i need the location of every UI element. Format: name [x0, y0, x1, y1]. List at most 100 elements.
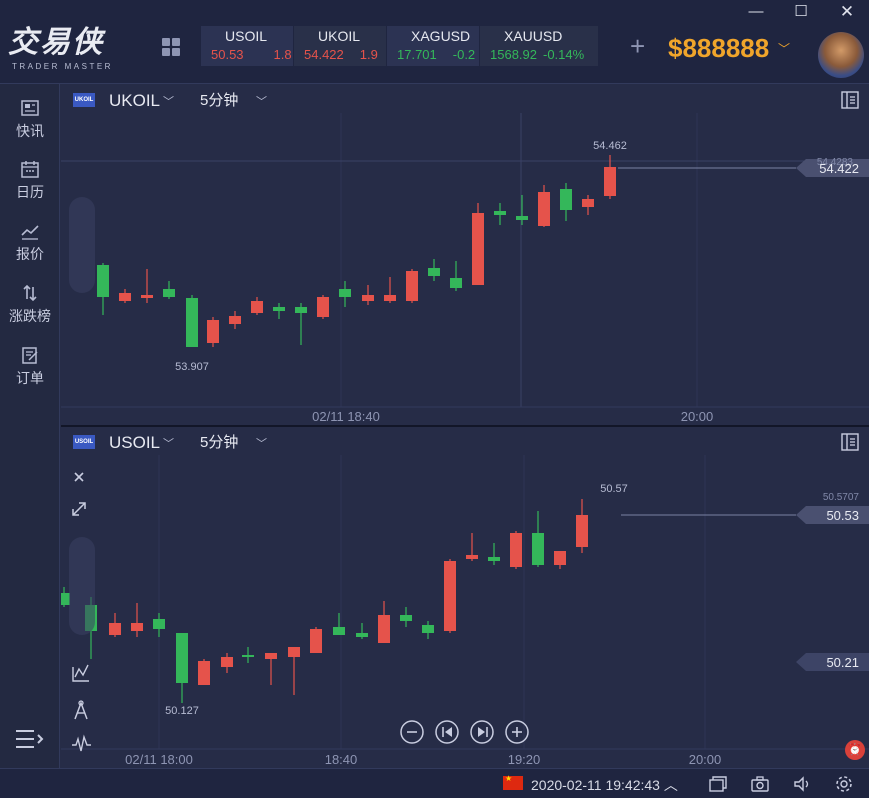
camera-icon[interactable]	[750, 774, 770, 794]
current-price-label: 54.422	[819, 161, 859, 176]
candle-body	[295, 307, 307, 313]
candle-body	[221, 657, 233, 667]
collapse-menu-icon[interactable]	[14, 728, 46, 750]
candle-body	[532, 533, 544, 565]
balance-chevron-down-icon[interactable]: ﹀	[778, 40, 790, 57]
quote-change: 1.8	[273, 47, 292, 62]
sidebar-item-label: 订单	[16, 370, 44, 386]
settings-gear-icon[interactable]	[834, 774, 854, 794]
sidebar-item-rankings[interactable]: 涨跌榜	[0, 283, 60, 326]
close-tools-icon[interactable]	[74, 472, 84, 482]
price-marker: 50.5707 50.53	[621, 492, 869, 524]
candle-body	[444, 561, 456, 631]
x-tick-label: 02/11 18:00	[125, 752, 193, 767]
calendar-icon	[21, 161, 39, 178]
candle-body	[163, 289, 175, 297]
server-time[interactable]: 2020-02-11 19:42:43 ︿	[531, 775, 678, 795]
candle-body	[229, 316, 241, 324]
candle-body	[251, 301, 263, 313]
app-logo: 交易侠 TRADER MASTER	[8, 26, 128, 78]
candle-body	[472, 213, 484, 285]
candle-body	[265, 653, 277, 659]
zoom-out-button[interactable]	[400, 720, 424, 744]
close-icon[interactable]: ✕	[837, 3, 857, 20]
quote-tile-usoil[interactable]: USOIL 50.53 1.8	[201, 26, 293, 66]
candle-body	[428, 268, 440, 276]
chevron-up-icon[interactable]: ︿	[664, 777, 678, 793]
server-time-text: 2020-02-11 19:42:43	[531, 777, 660, 793]
sidebar-item-calendar[interactable]: 日历	[0, 159, 60, 202]
quote-tile-xauusd[interactable]: XAUUSD 1568.92 -0.14%	[480, 26, 598, 66]
account-balance[interactable]: $888888	[668, 32, 769, 64]
avatar[interactable]	[818, 32, 864, 78]
depth-indicator	[69, 537, 95, 635]
quote-symbol: XAUUSD	[504, 28, 563, 44]
logo-subtitle: TRADER MASTER	[12, 62, 113, 71]
grid-menu-icon[interactable]	[162, 38, 180, 56]
up-down-arrows-icon	[23, 284, 37, 302]
quote-price: 17.701	[397, 47, 437, 62]
sidebar-item-news[interactable]: 快讯	[0, 98, 60, 141]
quote-change: -0.2	[452, 47, 476, 62]
maximize-icon[interactable]: ☐	[791, 4, 811, 20]
candle-body	[604, 167, 616, 196]
china-flag-icon	[503, 774, 523, 790]
news-icon	[21, 100, 39, 116]
sidebar: 快讯 日历 报价 涨跌榜 订单	[0, 84, 60, 768]
candle-body	[362, 295, 374, 301]
candles	[61, 499, 588, 703]
candle-body	[582, 199, 594, 207]
x-tick-label: 18:40	[325, 752, 358, 767]
candle-body	[450, 278, 462, 288]
price-tag-shadow: 50.5707	[823, 492, 860, 503]
candle-body	[576, 515, 588, 547]
fullscreen-icon[interactable]	[72, 502, 86, 516]
add-quote-icon[interactable]: +	[630, 32, 645, 60]
candle-body	[422, 625, 434, 633]
candle-body	[554, 551, 566, 565]
zoom-in-button[interactable]	[505, 720, 529, 744]
quote-chart-icon	[21, 225, 39, 240]
quote-tile-xagusd[interactable]: XAGUSD 17.701 -0.2	[387, 26, 479, 66]
sidebar-item-label: 日历	[16, 184, 44, 200]
x-tick-label: 02/11 18:40	[312, 409, 380, 424]
quote-price: 54.422	[304, 47, 344, 62]
candle-body	[494, 211, 506, 215]
high-price-label: 50.57	[600, 483, 628, 495]
quote-symbol: XAGUSD	[411, 28, 471, 44]
quote-price: 1568.92	[490, 47, 537, 62]
x-tick-label: 20:00	[681, 409, 714, 424]
drawing-tool-icon[interactable]	[74, 700, 88, 720]
logo-text: 交易侠	[8, 25, 104, 60]
alarm-clock-icon[interactable]: ⏰	[845, 740, 865, 760]
scroll-end-button[interactable]	[470, 720, 494, 744]
top-bar: 交易侠 TRADER MASTER USOIL 50.53 1.8 UKOIL 5…	[0, 0, 869, 84]
quote-change: 1.9	[359, 47, 378, 62]
low-price-label: 50.127	[165, 705, 199, 717]
price-marker: 54.4283 54.422	[618, 157, 869, 177]
candle-body	[466, 555, 478, 559]
volume-icon[interactable]	[792, 774, 812, 794]
candle-body	[400, 615, 412, 621]
candle-body	[356, 633, 368, 637]
scroll-start-button[interactable]	[435, 720, 459, 744]
minimize-icon[interactable]: —	[746, 4, 766, 20]
indicators-icon[interactable]	[72, 664, 89, 682]
current-price-label: 50.53	[826, 508, 859, 523]
candle-body	[141, 295, 153, 298]
candlestick-chart-usoil[interactable]: 50.5707 50.53 50.21 50.57 50.127 02/11 1…	[61, 427, 869, 768]
candle-body	[384, 295, 396, 301]
quote-tile-ukoil[interactable]: UKOIL 54.422 1.9	[294, 26, 386, 66]
candle-body	[97, 265, 109, 297]
candle-body	[406, 271, 418, 301]
high-price-label: 54.462	[593, 140, 627, 152]
chart-panel-ukoil: UKOIL UKOIL ﹀ 5分钟 ﹀ 54.4283 54.422 54.46…	[61, 85, 869, 425]
sidebar-item-label: 快讯	[16, 123, 44, 139]
candle-body	[153, 619, 165, 629]
sidebar-item-quotes[interactable]: 报价	[0, 221, 60, 264]
candlestick-chart-ukoil[interactable]: 54.4283 54.422 54.462 53.907 02/11 18:40…	[61, 85, 869, 425]
sidebar-item-orders[interactable]: 订单	[0, 345, 60, 388]
candle-body	[109, 623, 121, 635]
candle-body	[317, 297, 329, 317]
windows-icon[interactable]	[708, 774, 728, 794]
